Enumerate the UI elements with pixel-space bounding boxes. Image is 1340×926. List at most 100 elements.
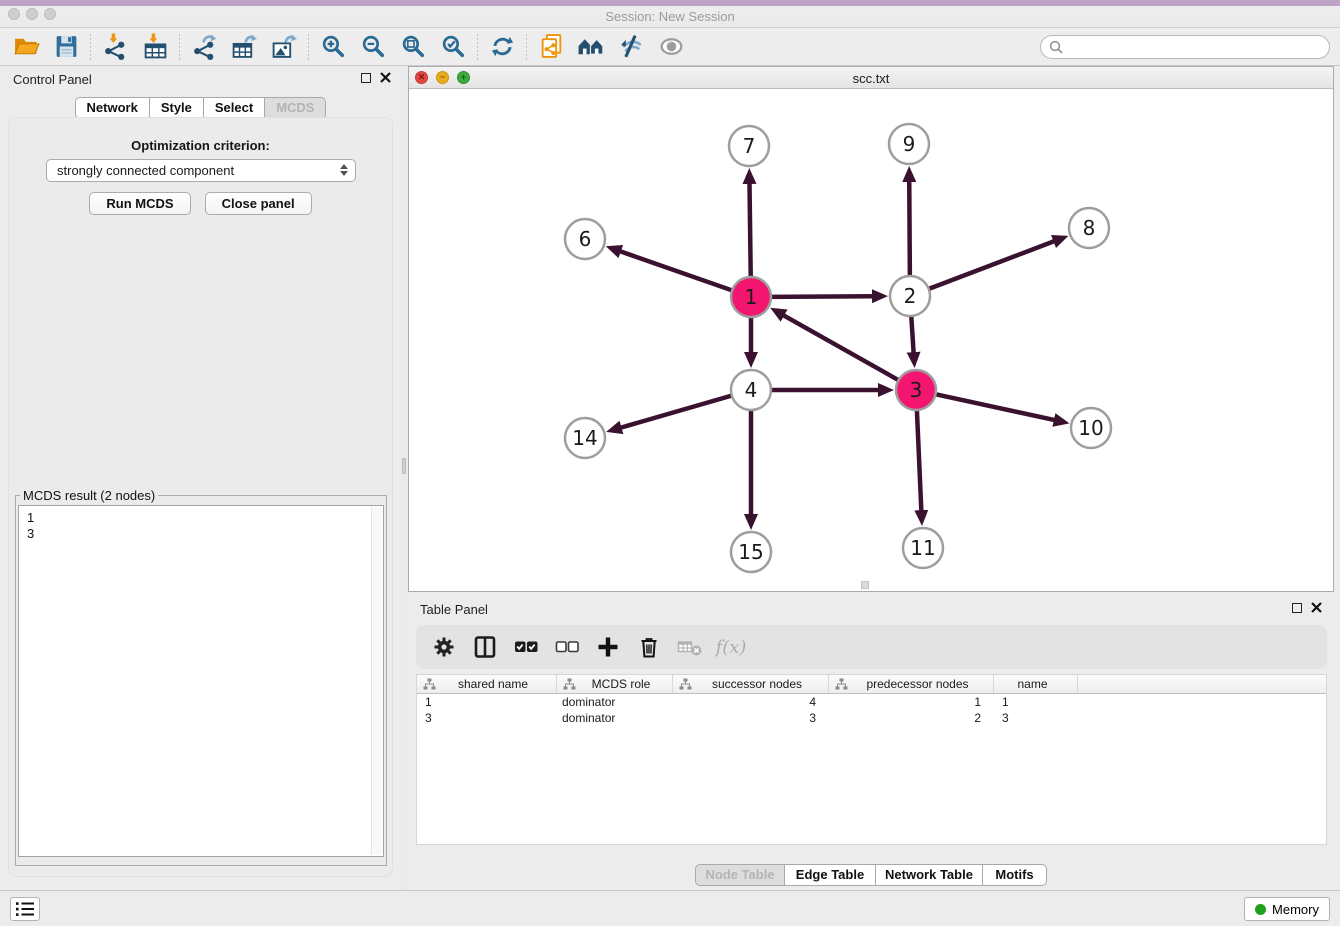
export-table-icon [231,33,258,60]
run-mcds-button[interactable]: Run MCDS [89,192,190,215]
network-canvas[interactable]: 7968124314101511 [409,89,1333,591]
import-network-button[interactable] [95,30,135,64]
table-panel-tabs: Node Table Edge Table Network Table Moti… [408,864,1334,886]
app-titlebar: Session: New Session [0,0,1340,28]
network-view-title: scc.txt [409,71,1333,86]
graph-node-label: 7 [743,134,756,158]
tab-select[interactable]: Select [203,97,265,119]
add-column-button[interactable] [594,630,622,664]
import-table-button[interactable] [135,30,175,64]
clone-network-button[interactable] [531,30,571,64]
graph-node-label: 15 [738,540,763,564]
tab-network-table[interactable]: Network Table [875,864,983,886]
session-search[interactable] [1040,35,1330,59]
table-row[interactable]: 3 dominator 3 2 3 [417,710,1326,726]
delete-table-button[interactable] [676,630,704,664]
fx-icon: f(x) [716,637,747,658]
float-panel-icon[interactable] [361,73,371,83]
graph-edge[interactable] [911,314,914,354]
close-table-panel-icon[interactable] [1311,602,1322,613]
toolbar-separator [90,34,91,60]
app-title: Session: New Session [0,9,1340,24]
graph-edge[interactable] [769,296,874,297]
zoom-fit-button[interactable] [393,30,433,64]
export-network-button[interactable] [184,30,224,64]
result-scrollbar[interactable] [371,507,382,855]
column-header-shared-name[interactable]: shared name [417,675,557,693]
tab-node-table[interactable]: Node Table [695,864,785,886]
tab-motifs[interactable]: Motifs [982,864,1047,886]
tree-icon [423,678,436,690]
toolbar-separator [179,34,180,60]
mcds-result-title: MCDS result (2 nodes) [20,488,158,503]
zoom-out-icon [360,33,387,60]
column-header-successor-nodes[interactable]: successor nodes [673,675,829,693]
mcds-result-box[interactable]: 1 3 [18,505,384,857]
tab-edge-table[interactable]: Edge Table [784,864,876,886]
close-panel-button[interactable]: Close panel [205,192,312,215]
table-row[interactable]: 1 dominator 4 1 1 [417,694,1326,710]
column-header-predecessor-nodes[interactable]: predecessor nodes [829,675,994,693]
graph-node-label: 6 [579,227,592,251]
graph-edge[interactable] [934,394,1056,421]
toolbar-separator [308,34,309,60]
export-image-icon [271,33,298,60]
export-image-button[interactable] [264,30,304,64]
hide-graphics-details-button[interactable] [611,30,651,64]
float-table-panel-icon[interactable] [1292,603,1302,613]
graph-edge[interactable] [917,408,922,512]
save-session-button[interactable] [46,30,86,64]
zoom-in-button[interactable] [313,30,353,64]
status-bar: Memory [0,890,1340,926]
table-settings-button[interactable] [430,630,458,664]
cell-successor-nodes: 4 [673,695,829,709]
cell-predecessor-nodes: 2 [829,711,994,725]
show-panels-button[interactable] [10,897,40,921]
zoom-selected-button[interactable] [433,30,473,64]
search-input[interactable] [1069,40,1321,55]
graph-node-label: 2 [904,284,917,308]
deselect-all-rows-button[interactable] [553,630,581,664]
panel-divider[interactable] [401,66,408,890]
graph-edge[interactable] [909,180,910,278]
canvas-scroll-thumb[interactable] [861,581,869,589]
first-neighbors-button[interactable] [571,30,611,64]
zoom-selected-icon [440,33,467,60]
column-header-mcds-role[interactable]: MCDS role [557,675,673,693]
network-window-titlebar[interactable]: ✕ − + scc.txt [409,67,1333,89]
apply-layout-button[interactable] [482,30,522,64]
delete-columns-button[interactable] [635,630,663,664]
show-graphics-details-button[interactable] [651,30,691,64]
mcds-result-line: 1 [27,510,375,526]
import-table-icon [142,33,169,60]
save-icon [53,33,80,60]
open-folder-icon [13,33,40,60]
close-panel-icon[interactable] [380,72,391,83]
zoom-out-button[interactable] [353,30,393,64]
tab-mcds[interactable]: MCDS [264,97,326,119]
graph-edge[interactable] [619,251,734,291]
export-table-button[interactable] [224,30,264,64]
criterion-select[interactable]: strongly connected component [46,159,356,182]
open-session-button[interactable] [6,30,46,64]
graph-node-label: 3 [910,378,923,402]
panel-mode-button[interactable] [471,630,499,664]
divider-handle-icon[interactable] [402,458,406,474]
graph-edge[interactable] [782,315,900,381]
export-network-icon [191,33,218,60]
deselect-all-icon [555,635,580,659]
graph-edge[interactable] [927,241,1056,290]
function-builder-button[interactable]: f(x) [717,630,745,664]
graph-edge[interactable] [620,395,734,428]
tree-icon [835,678,848,690]
tab-style[interactable]: Style [149,97,204,119]
memory-button[interactable]: Memory [1244,897,1330,921]
select-all-rows-button[interactable] [512,630,540,664]
control-panel-tabs: Network Style Select MCDS [0,97,401,119]
column-header-name[interactable]: name [994,675,1078,693]
delete-table-icon [677,635,703,659]
split-columns-icon [473,635,497,659]
tab-network[interactable]: Network [75,97,150,119]
graph-edge[interactable] [749,182,750,279]
criterion-select-value: strongly connected component [57,163,234,178]
